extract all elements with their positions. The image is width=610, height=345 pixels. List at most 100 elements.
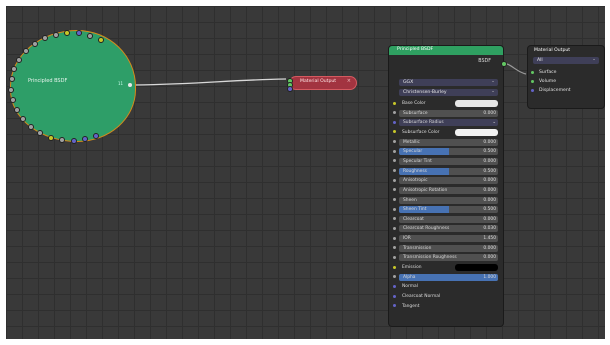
link-shader-to-output: [133, 78, 287, 86]
collapsed-node-label: Principled BSDF: [28, 78, 68, 84]
input-row[interactable]: Subsurface 0.000: [389, 109, 503, 118]
collapsed-input-socket[interactable]: [47, 134, 54, 141]
output-target-dropdown[interactable]: All ⌄: [533, 57, 599, 64]
value-socket-icon[interactable]: [393, 159, 396, 163]
value-socket-icon[interactable]: [393, 217, 396, 221]
input-value: 0.000: [483, 158, 496, 164]
input-label: Base Color: [402, 101, 426, 106]
value-socket-icon[interactable]: [393, 140, 396, 144]
input-row[interactable]: Sheen Tint 0.500: [389, 205, 503, 214]
input-row[interactable]: Roughness 0.500: [389, 167, 503, 176]
input-row[interactable]: Metallic 0.000: [389, 138, 503, 147]
input-row[interactable]: Base Color: [389, 99, 503, 108]
input-row[interactable]: Anisotropic Rotation 0.000: [389, 186, 503, 195]
input-row[interactable]: Subsurface Radius ⌄: [389, 118, 503, 127]
input-label: IOR: [403, 236, 411, 242]
output-node-title: Material Output: [534, 48, 571, 53]
vector-socket-icon[interactable]: [393, 284, 396, 288]
input-label: Alpha: [403, 274, 416, 280]
input-row[interactable]: Clearcoat 0.000: [389, 215, 503, 224]
input-row[interactable]: Alpha 1.000: [389, 273, 503, 282]
surface-label: Surface: [539, 70, 557, 75]
input-row[interactable]: Normal: [389, 282, 503, 291]
input-row[interactable]: Transmission Roughness 0.000: [389, 253, 503, 262]
value-socket-icon[interactable]: [393, 188, 396, 192]
value-socket-icon[interactable]: [393, 275, 396, 279]
input-label: Emission: [402, 265, 422, 271]
output-socket-displacement[interactable]: Displacement: [528, 86, 604, 95]
input-label: Normal: [402, 284, 418, 290]
distribution-dropdown[interactable]: GGX ⌄: [399, 79, 498, 86]
color-swatch[interactable]: [455, 264, 498, 272]
vector-socket-icon[interactable]: [393, 294, 396, 298]
input-label: Specular Tint: [403, 158, 432, 164]
input-row[interactable]: Specular Tint 0.000: [389, 157, 503, 166]
value-socket-icon[interactable]: [393, 178, 396, 182]
collapsed-input-socket[interactable]: [52, 31, 59, 38]
value-socket-icon[interactable]: [393, 226, 396, 230]
input-row[interactable]: Anisotropic 0.000: [389, 176, 503, 185]
vector-socket-icon[interactable]: [393, 304, 396, 308]
close-icon[interactable]: ×: [347, 78, 351, 84]
value-socket-icon[interactable]: [393, 111, 396, 115]
color-swatch[interactable]: [455, 100, 498, 107]
material-output-node[interactable]: Material Output All ⌄ Surface Volume Disp…: [528, 46, 604, 108]
input-label: Anisotropic: [403, 178, 428, 184]
input-label: Subsurface: [403, 110, 428, 116]
value-socket-icon[interactable]: [393, 149, 396, 153]
input-row[interactable]: IOR 1.450: [389, 234, 503, 243]
input-row[interactable]: Tangent: [389, 302, 503, 311]
value-socket-icon[interactable]: [393, 236, 396, 240]
value-socket-icon[interactable]: [393, 246, 396, 250]
input-label: Roughness: [403, 168, 427, 174]
input-value: 0.000: [483, 139, 496, 145]
node-editor-canvas[interactable]: Principled BSDF 11 Material Output × Pri…: [6, 6, 605, 339]
node-header[interactable]: Principled BSDF: [389, 46, 503, 55]
color-swatch[interactable]: [455, 128, 498, 136]
input-value: 0.500: [483, 168, 496, 174]
principled-bsdf-node[interactable]: Principled BSDF BSDF GGX ⌄ Christensen-Bu…: [389, 46, 507, 326]
input-label: Subsurface Color: [402, 129, 440, 135]
collapsed-input-socket[interactable]: [27, 124, 34, 131]
input-row[interactable]: Subsurface Color: [389, 128, 503, 137]
value-socket-icon[interactable]: [393, 255, 396, 259]
value-socket-icon[interactable]: [393, 169, 396, 173]
collapsed-input-socket[interactable]: [31, 40, 38, 47]
collapsed-input-socket[interactable]: [8, 86, 15, 93]
input-row[interactable]: Clearcoat Roughness 0.030: [389, 224, 503, 233]
input-value: 0.000: [483, 110, 496, 116]
vector-socket-icon[interactable]: [393, 120, 396, 124]
collapsed-input-socket[interactable]: [70, 137, 77, 144]
input-value: 1.000: [483, 274, 496, 280]
output-socket-volume[interactable]: Volume: [528, 77, 604, 86]
color-socket-icon[interactable]: [393, 265, 396, 269]
color-socket-icon[interactable]: [393, 101, 396, 105]
subsurface-method-dropdown[interactable]: Christensen-Burley ⌄: [399, 89, 498, 96]
bsdf-output-socket[interactable]: [501, 61, 507, 67]
value-socket-icon[interactable]: [393, 207, 396, 211]
input-row[interactable]: Transmission 0.000: [389, 244, 503, 253]
input-label: Clearcoat: [403, 216, 424, 222]
collapsed-node-output-socket[interactable]: [128, 83, 132, 87]
material-output-collapsed-node[interactable]: Material Output ×: [287, 76, 357, 92]
shader-socket-icon[interactable]: [531, 70, 534, 74]
shader-socket-icon[interactable]: [531, 79, 534, 83]
input-label: Sheen: [403, 197, 417, 203]
value-socket-icon[interactable]: [393, 198, 396, 201]
collapsed-input-socket[interactable]: [16, 56, 23, 63]
chevron-down-icon: ⌄: [491, 89, 495, 94]
input-row[interactable]: Sheen 0.000: [389, 196, 503, 205]
color-socket-icon[interactable]: [393, 130, 396, 134]
displacement-label: Displacement: [539, 88, 571, 93]
chevron-down-icon: ⌄: [492, 120, 496, 126]
vector-socket-icon[interactable]: [531, 88, 534, 92]
input-row[interactable]: Clearcoat Normal: [389, 292, 503, 301]
input-value: 0.500: [483, 149, 496, 155]
input-row[interactable]: Specular 0.500: [389, 147, 503, 156]
volume-label: Volume: [539, 79, 557, 84]
input-value: 0.000: [483, 187, 496, 193]
input-row[interactable]: Emission: [389, 263, 503, 272]
mo-displacement-socket[interactable]: [287, 86, 293, 92]
output-socket-surface[interactable]: Surface: [528, 68, 604, 77]
input-label: Clearcoat Roughness: [403, 226, 450, 232]
